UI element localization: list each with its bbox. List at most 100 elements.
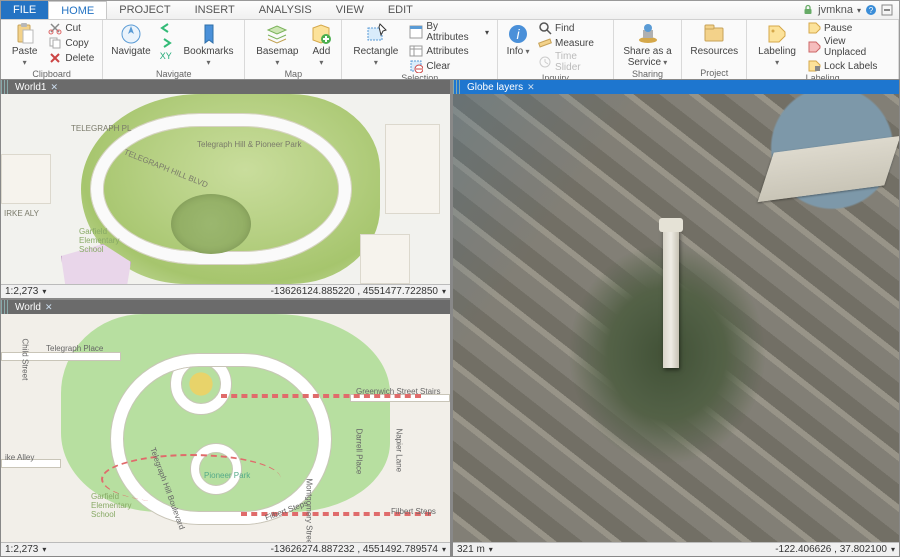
share-icon [636,22,660,46]
scale[interactable]: 1:2,273 [5,286,38,297]
basemap-button[interactable]: Basemap [251,21,303,69]
svg-text:?: ? [869,6,874,15]
map-world[interactable]: Telegraph Place Child Street Telegraph H… [1,314,450,542]
arrow-right-icon [159,36,173,50]
find-button[interactable]: Find [536,21,607,35]
file-tab[interactable]: FILE [1,1,48,19]
ribbon-group-map: Basemap Add Map [245,20,342,79]
paste-label: Paste [9,47,40,68]
resources-icon [702,22,726,46]
scale[interactable]: 1:2,273 [5,544,38,555]
info-icon: i [506,22,530,46]
view-unplaced-button[interactable]: View Unplaced [805,36,892,58]
resources-button[interactable]: Resources [688,21,740,59]
map-world1[interactable]: Telegraph Hill & Pioneer Park TELEGRAPH … [1,94,450,284]
map-globe[interactable] [453,94,899,542]
pause-button[interactable]: Pause [805,21,892,35]
pane-globe-title[interactable]: Globe layers [467,82,523,93]
pane-world1: World1 ✕ Telegraph Hill & Pioneer Park TE… [0,79,451,299]
ribbon: Paste Cut Copy Delete Clipboard Navigate… [1,20,899,80]
basemap-icon [265,22,289,46]
labeling-icon [765,22,789,46]
measure-button[interactable]: Measure [536,36,607,50]
street-label: Telegraph Place [46,344,103,353]
add-data-icon [309,22,333,46]
ribbon-group-sharing: Share as a Service Sharing [614,20,683,79]
street-label: Napier Lane [395,429,404,473]
menubar: FILE HOME PROJECT INSERT ANALYSIS VIEW E… [1,1,899,20]
distance[interactable]: 321 m [457,544,485,555]
help-icon[interactable]: ? [865,4,877,16]
labeling-button[interactable]: Labeling [753,21,801,69]
add-data-button[interactable]: Add [307,21,335,69]
cut-icon [48,21,62,35]
user-area[interactable]: jvmkna ▾ ? [796,4,899,16]
coit-tower [663,228,679,368]
xy-button[interactable]: XY [158,51,174,61]
street-label: ike Alley [5,453,34,462]
street-label: TELEGRAPH PL [71,124,131,133]
paste-button[interactable]: Paste [7,21,42,69]
tab-home[interactable]: HOME [48,1,107,19]
attributes-icon [409,44,423,58]
close-icon[interactable]: ✕ [527,82,535,93]
delete-icon [48,51,62,65]
share-button[interactable]: Share as a Service [620,21,676,69]
ribbon-group-labeling: Labeling Pause View Unplaced Lock Labels… [747,20,899,79]
pane-world1-title[interactable]: World1 [15,82,47,93]
tab-analysis[interactable]: ANALYSIS [247,1,324,19]
grip-icon[interactable] [1,300,9,314]
grip-icon[interactable] [453,80,461,94]
ribbon-group-clipboard: Paste Cut Copy Delete Clipboard [1,20,103,79]
street-label: IRKE ALY [4,209,39,218]
pane-world-title[interactable]: World [15,302,41,313]
next-extent-button[interactable] [157,36,175,50]
park-label: Pioneer Park [204,471,250,480]
street-label: Child Street [21,339,30,381]
tab-project[interactable]: PROJECT [107,1,182,19]
copy-button[interactable]: Copy [46,36,96,50]
street-label: Filbert Steps [391,507,436,516]
collapse-ribbon-icon[interactable] [881,4,893,16]
navigate-button[interactable]: Navigate [109,21,152,59]
by-attributes-icon [409,25,423,39]
prev-extent-button[interactable] [157,21,175,35]
close-icon[interactable]: ✕ [51,82,59,93]
lock-labels-button[interactable]: Lock Labels [805,59,892,73]
street-label: Montgomery Street [305,479,314,543]
workspace: World1 ✕ Telegraph Hill & Pioneer Park TE… [0,79,900,557]
tab-insert[interactable]: INSERT [183,1,247,19]
pause-icon [807,21,821,35]
statusbar-globe: 321 m▾ -122.406626 , 37.802100▾ [453,542,899,556]
tab-view[interactable]: VIEW [324,1,376,19]
ribbon-group-selection: Rectangle By Attributes▾ Attributes Clea… [342,20,498,79]
rectangle-button[interactable]: Rectangle [348,21,403,69]
bookmarks-icon [197,22,221,46]
coords: -122.406626 , 37.802100 [775,544,887,555]
pane-world1-tabbar: World1 ✕ [1,80,450,94]
bookmarks-button[interactable]: Bookmarks [179,21,239,69]
ribbon-group-navigate: Navigate XY Bookmarks Navigate [103,20,245,79]
delete-button[interactable]: Delete [46,51,96,65]
clear-button[interactable]: Clear [407,59,491,73]
street-label: Darrell Place [355,429,364,475]
clear-icon [409,59,423,73]
ribbon-group-inquiry: i Info Find Measure Time Slider Inquiry [498,20,614,79]
copy-icon [48,36,62,50]
user-name: jvmkna [818,4,853,16]
paste-icon [13,22,37,46]
grip-icon[interactable] [1,80,9,94]
by-attributes-button[interactable]: By Attributes▾ [407,21,491,43]
attributes-button[interactable]: Attributes [407,44,491,58]
pane-world: World ✕ Telegraph Place Child Street Tele… [0,299,451,557]
lock-icon [802,4,814,16]
coords: -13626274.887232 , 4551492.789574 [271,544,438,555]
time-slider-icon [538,55,552,69]
cut-button[interactable]: Cut [46,21,96,35]
tab-edit[interactable]: EDIT [376,1,425,19]
time-slider-button: Time Slider [536,51,607,73]
pane-world-tabbar: World ✕ [1,300,450,314]
info-button[interactable]: i Info [504,21,532,59]
statusbar-world: 1:2,273▾ -13626274.887232 , 4551492.7895… [1,542,450,556]
close-icon[interactable]: ✕ [45,302,53,313]
